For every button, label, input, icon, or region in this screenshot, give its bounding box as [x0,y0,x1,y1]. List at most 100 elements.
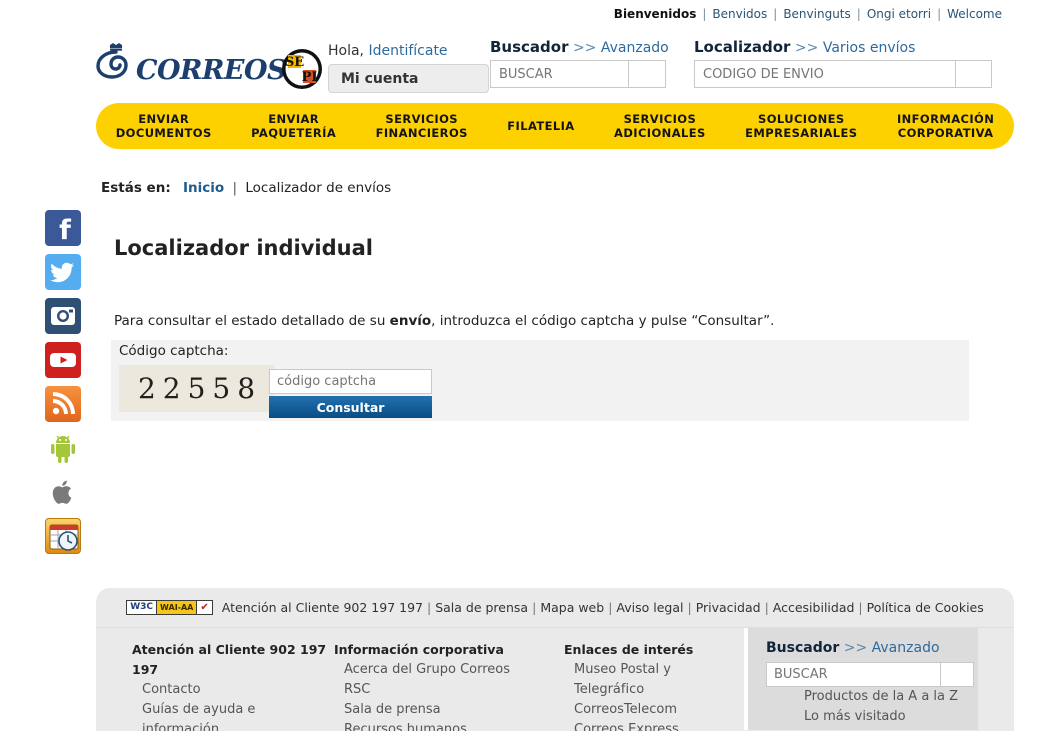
twitter-icon[interactable] [45,254,81,290]
breadcrumb: Estás en: Inicio | Localizador de envíos [101,180,391,196]
breadcrumb-prefix: Estás en: [101,180,171,196]
header-search-advanced-link[interactable]: Avanzado [601,40,669,56]
citapreviacalendar-icon[interactable] [45,518,81,554]
footer-link-aviso-legal[interactable]: Aviso legal [616,600,683,615]
site-header: CORREOS SE PI Hola, Identifícate Mi cuen… [0,27,1052,101]
footer-columns: Atención al Cliente 902 197 197 Contacto… [96,628,1014,731]
footer-column-title: Información corporativa [334,642,504,657]
nav-label-line2: PAQUETERÍA [251,126,337,140]
footer-link-acerca-grupo-correos[interactable]: Acerca del Grupo Correos [334,660,564,680]
intro-before: Para consultar el estado detallado de su [114,313,390,329]
nav-label-line2: FINANCIEROS [375,126,468,140]
nav-item-enviar-paqueteria[interactable]: ENVIAR PAQUETERÍA [247,112,340,140]
nav-item-servicios-financieros[interactable]: SERVICIOS FINANCIEROS [372,112,472,140]
header-search-input[interactable] [490,60,629,88]
w3c-wai-aa-badge-icon[interactable]: W3C WAI-AA ✔ [126,600,213,615]
captcha-label: Código captcha: [119,343,229,359]
greeting-text: Hola, [328,43,365,59]
footer-column-title: Atención al Cliente 902 197 197 [132,642,327,677]
footer-separator: | [858,600,863,615]
footer-search-input[interactable] [766,662,941,687]
breadcrumb-current: Localizador de envíos [245,180,392,196]
intro-bold: envío [389,313,432,329]
youtube-icon[interactable] [45,342,81,378]
footer-separator: | [426,600,432,615]
footer-search-go-button[interactable] [941,662,974,687]
nav-label-line1: SERVICIOS [623,112,697,126]
footer-column-title: Enlaces de interés [564,642,694,657]
footer-column-enlaces-interes: Enlaces de interés Museo Postal y Telegr… [564,628,744,731]
footer-link-privacidad[interactable]: Privacidad [696,600,761,615]
footer-search-box [766,662,978,687]
nav-label-line2: CORPORATIVA [897,126,994,140]
footer-link-rsc[interactable]: RSC [334,680,564,700]
my-account-button[interactable]: Mi cuenta [328,64,489,93]
footer-column-informacion-corporativa: Información corporativa Acerca del Grupo… [334,628,564,731]
nav-item-servicios-adicionales[interactable]: SERVICIOS ADICIONALES [610,112,710,140]
footer-link-productos-a-z[interactable]: Productos de la A a la Z [766,687,978,707]
page-root: Bienvenidos | Benvidos | Benvinguts | On… [0,0,1052,731]
identify-link[interactable]: Identifícate [368,43,447,59]
header-search-box [490,60,669,88]
footer-link-mapa-web[interactable]: Mapa web [540,600,604,615]
language-link-bienvenidos[interactable]: Bienvenidos [608,7,703,21]
language-bar: Bienvenidos | Benvidos | Benvinguts | On… [0,0,1052,27]
footer-search-title: Buscador [766,640,840,656]
footer-link-correos-express[interactable]: Correos Express [564,720,744,731]
w3c-badge-label: W3C [126,600,158,615]
android-icon[interactable] [45,430,81,466]
footer-link-accesibilidad[interactable]: Accesibilidad [773,600,855,615]
footer-search-advanced-link[interactable]: Avanzado [872,640,940,656]
nav-item-soluciones-empresariales[interactable]: SOLUCIONES EMPRESARIALES [741,112,861,140]
footer-link-politica-cookies[interactable]: Política de Cookies [867,600,984,615]
correos-logo-text: CORREOS [136,55,286,86]
greeting-line: Hola, Identifícate [328,43,448,59]
nav-label-line2: EMPRESARIALES [745,126,858,140]
captcha-image: 22558 [119,365,274,412]
footer-link-lo-mas-visitado[interactable]: Lo más visitado [766,707,978,727]
footer-link-sala-prensa[interactable]: Sala de prensa [334,700,564,720]
header-locator-go-button[interactable] [956,60,992,88]
header-locator-input[interactable] [694,60,956,88]
footer-link-correos-telecom[interactable]: CorreosTelecom [564,700,744,720]
main-navigation: ENVIAR DOCUMENTOS ENVIAR PAQUETERÍA SERV… [96,103,1014,149]
header-locator-box [694,60,992,88]
footer-link-sala-de-prensa[interactable]: Sala de prensa [435,600,528,615]
sepi-logo-icon: SE PI [281,48,323,90]
footer-separator: | [532,600,537,615]
captcha-input[interactable] [269,369,432,394]
language-link-benvinguts[interactable]: Benvinguts [777,7,856,21]
consultar-button[interactable]: Consultar [269,396,432,418]
apple-icon[interactable] [45,474,81,510]
footer-separator: | [608,600,613,615]
footer-search-label: Buscador >> Avanzado [766,640,978,656]
header-locator-multi-link[interactable]: Varios envíos [823,40,916,56]
footer-link-recursos-humanos[interactable]: Recursos humanos [334,720,564,731]
footer-separator: | [764,600,769,615]
footer-link-atencion-cliente[interactable]: Atención al Cliente 902 197 197 [222,600,423,615]
footer-link-museo-postal[interactable]: Museo Postal y Telegráfico [564,660,744,700]
header-search-go-button[interactable] [629,60,666,88]
correos-logo[interactable]: CORREOS [96,43,286,89]
breadcrumb-home-link[interactable]: Inicio [183,180,224,196]
footer-link-guias-ayuda[interactable]: Guías de ayuda e información [132,700,334,731]
nav-item-informacion-corporativa[interactable]: INFORMACIÓN CORPORATIVA [893,112,998,140]
footer-column-atencion-cliente: Atención al Cliente 902 197 197 Contacto… [96,628,334,731]
nav-label-line1: INFORMACIÓN [896,112,995,126]
header-locator-title: Localizador [694,38,791,56]
footer-link-contacto[interactable]: Contacto [132,680,334,700]
captcha-panel: Código captcha: 22558 [111,340,969,421]
header-locator-group: Localizador >> Varios envíos [694,38,992,88]
language-link-benvidos[interactable]: Benvidos [706,7,773,21]
facebook-icon[interactable]: f [45,210,81,246]
nav-item-filatelia[interactable]: FILATELIA [503,119,578,133]
page-title: Localizador individual [114,236,373,260]
nav-label-line1: SOLUCIONES [758,112,845,126]
nav-item-enviar-documentos[interactable]: ENVIAR DOCUMENTOS [112,112,216,140]
social-rail: f [45,210,81,562]
instagram-icon[interactable] [45,298,81,334]
language-link-ongi-etorri[interactable]: Ongi etorri [861,7,937,21]
rss-icon[interactable] [45,386,81,422]
language-link-welcome[interactable]: Welcome [941,7,1008,21]
site-footer: W3C WAI-AA ✔ Atención al Cliente 902 197… [96,588,1014,731]
